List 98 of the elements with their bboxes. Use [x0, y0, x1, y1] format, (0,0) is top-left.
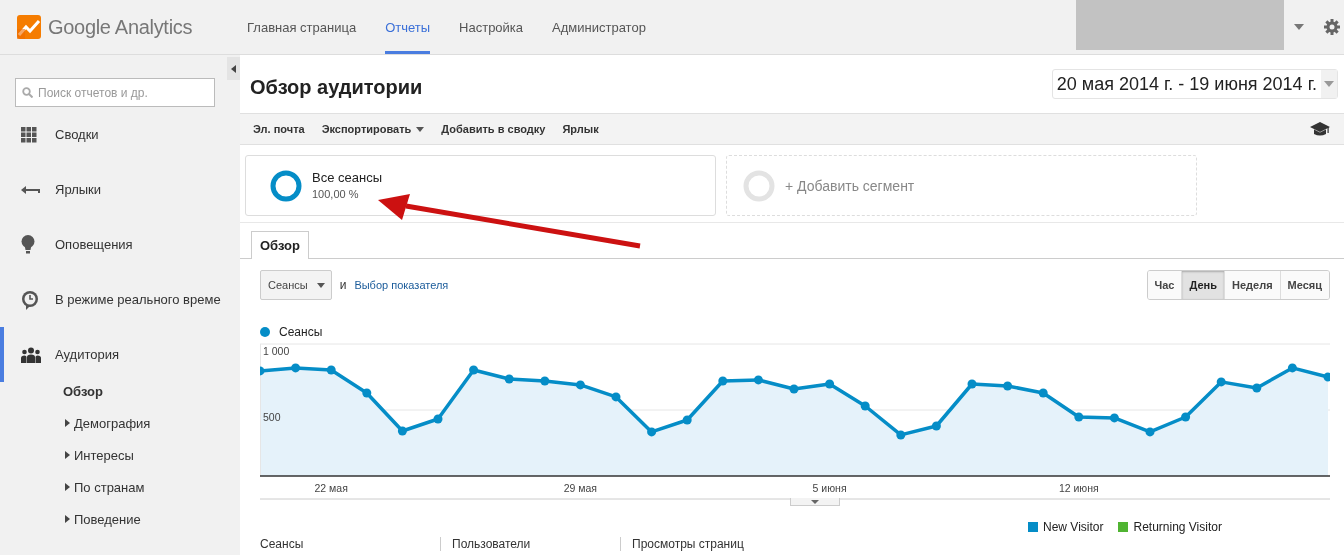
data-point[interactable]: [1003, 381, 1013, 391]
sidebar-item[interactable]: Сводки: [0, 107, 240, 162]
y-tick-label: 500: [263, 411, 281, 423]
data-point[interactable]: [1145, 427, 1155, 437]
legend-label: Returning Visitor: [1133, 520, 1222, 534]
data-point[interactable]: [931, 421, 941, 431]
data-point[interactable]: [718, 376, 728, 386]
summary-column-header: Сеансы: [260, 537, 305, 551]
caret-icon: [416, 126, 425, 132]
data-point[interactable]: [575, 380, 585, 390]
data-point[interactable]: [825, 379, 835, 389]
metric-dropdown[interactable]: Сеансы: [260, 270, 332, 300]
caret-icon: [811, 499, 819, 504]
page-title: Обзор аудитории: [250, 75, 423, 99]
data-point[interactable]: [896, 430, 906, 440]
caret-right-icon: [65, 483, 70, 491]
data-point[interactable]: [1323, 372, 1330, 382]
date-range-picker[interactable]: 20 мая 2014 г. - 19 июня 2014 г.: [1051, 69, 1338, 99]
collapse-sidebar-button[interactable]: [227, 57, 240, 80]
x-tick-label: 22 мая: [314, 482, 348, 494]
settings-icon[interactable]: [1324, 19, 1340, 35]
legend-label: Сеансы: [279, 324, 323, 339]
segment-share: 100,00 %: [312, 187, 360, 200]
analytics-logo-icon: [17, 15, 41, 39]
x-tick-label: 12 июня: [1058, 482, 1099, 494]
app-logo-text: Google Analytics: [48, 15, 193, 39]
data-point[interactable]: [647, 427, 657, 437]
data-point[interactable]: [433, 414, 443, 424]
data-point[interactable]: [1287, 363, 1297, 373]
caret-icon: [1324, 81, 1334, 87]
sidebar-subitem[interactable]: Поведение: [0, 503, 240, 535]
granularity-button[interactable]: День: [1181, 271, 1224, 299]
caret-icon: [316, 282, 325, 288]
data-point[interactable]: [682, 415, 692, 425]
granularity-button[interactable]: Месяц: [1279, 271, 1329, 299]
x-tick-label: 29 мая: [563, 482, 598, 494]
data-point[interactable]: [611, 392, 621, 402]
report-tab[interactable]: Обзор: [251, 231, 309, 259]
lightbulb-icon: [21, 235, 35, 254]
data-point[interactable]: [1038, 388, 1048, 398]
toolbar-button[interactable]: Добавить в сводку: [441, 123, 546, 135]
nav-tab[interactable]: Отчеты: [385, 0, 431, 54]
ring-icon: [270, 169, 302, 202]
summary-column-header: Пользователи: [440, 537, 620, 551]
summary-column-header: Просмотры страниц: [620, 537, 800, 551]
data-point[interactable]: [1109, 413, 1119, 423]
graduation-cap-icon[interactable]: [1310, 122, 1330, 136]
data-point[interactable]: [1216, 377, 1226, 387]
data-point[interactable]: [326, 365, 336, 375]
expand-chart-handle[interactable]: [790, 498, 840, 506]
caret-right-icon: [65, 419, 70, 427]
data-point[interactable]: [789, 384, 799, 394]
segment-name: Все сеансы: [312, 169, 382, 185]
data-point[interactable]: [362, 388, 372, 398]
people-icon: [21, 346, 41, 363]
sidebar-item[interactable]: В режиме реального време: [0, 272, 240, 327]
arrow-left-icon: [21, 184, 41, 195]
data-point[interactable]: [469, 365, 479, 375]
nav-tab[interactable]: Главная страница: [247, 0, 357, 54]
nav-tab[interactable]: Настройка: [459, 0, 524, 54]
toolbar-button[interactable]: Ярлык: [562, 123, 599, 135]
search-field[interactable]: Поиск отчетов и др.: [15, 78, 215, 107]
caret-icon[interactable]: [1294, 24, 1304, 30]
x-tick-label: 5 июня: [812, 482, 847, 494]
sidebar-item[interactable]: Ярлыки: [0, 162, 240, 217]
caret-left-icon: [231, 64, 236, 73]
data-point[interactable]: [1074, 412, 1084, 422]
legend-label: New Visitor: [1043, 520, 1104, 534]
ring-icon: [743, 169, 775, 202]
clock-icon: [21, 289, 39, 310]
add-segment-card[interactable]: + Добавить сегмент: [726, 155, 1197, 216]
sidebar-subitem[interactable]: Демография: [0, 407, 240, 439]
conjunction-text: и: [339, 278, 347, 292]
data-point[interactable]: [1252, 383, 1262, 393]
data-point[interactable]: [504, 374, 514, 384]
data-point[interactable]: [397, 426, 407, 436]
data-point[interactable]: [753, 375, 763, 385]
granularity-button[interactable]: Час: [1147, 271, 1182, 299]
segment-card[interactable]: Все сеансы 100,00 %: [245, 155, 716, 216]
granularity-button[interactable]: Неделя: [1224, 271, 1280, 299]
sidebar-item[interactable]: Оповещения: [0, 217, 240, 272]
grid-icon: [21, 126, 37, 143]
data-point[interactable]: [1181, 412, 1191, 422]
caret-right-icon: [65, 515, 70, 523]
toolbar-button[interactable]: Эл. почта: [253, 123, 305, 135]
metric-picker-link[interactable]: Выбор показателя: [354, 279, 449, 291]
search-icon: [22, 87, 33, 98]
caret-right-icon: [65, 451, 70, 459]
sidebar-subitem[interactable]: По странам: [0, 471, 240, 503]
sidebar-subitem[interactable]: Интересы: [0, 439, 240, 471]
data-point[interactable]: [860, 401, 870, 411]
nav-tab[interactable]: Администратор: [552, 0, 646, 54]
y-tick-label: 1 000: [263, 345, 290, 357]
toolbar-button[interactable]: Экспортировать: [321, 123, 425, 135]
data-point[interactable]: [967, 379, 977, 389]
data-point[interactable]: [540, 376, 550, 386]
data-point[interactable]: [260, 366, 265, 376]
data-point[interactable]: [291, 363, 301, 373]
